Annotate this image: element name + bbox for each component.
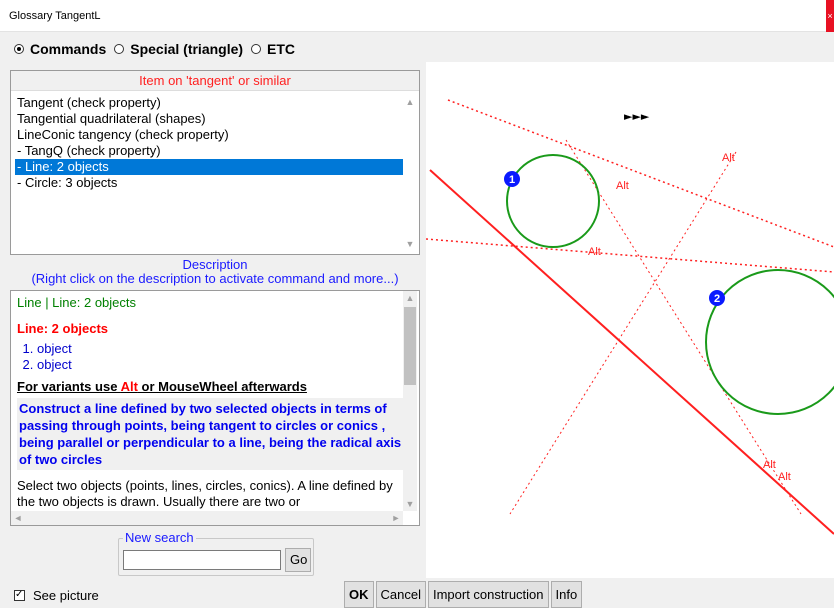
window-title: Glossary TangentL xyxy=(9,10,101,22)
mode-commands-label: Commands xyxy=(30,41,107,57)
items-panel: Item on 'tangent' or similar Tangent (ch… xyxy=(10,70,420,255)
dotted-tangent-line xyxy=(509,151,737,515)
parameter-list: object object xyxy=(17,341,405,373)
mode-etc-label: ETC xyxy=(267,41,296,57)
variants-alt: Alt xyxy=(120,379,138,394)
main-tangent-line xyxy=(429,169,834,535)
description-breadcrumb: Line | Line: 2 objects xyxy=(17,295,137,310)
example-picture: 1 2 ►►► Alt Alt Alt Alt Alt xyxy=(426,62,834,578)
dialog-buttons: OK Cancel Import construction Info xyxy=(344,581,584,608)
alt-label: Alt xyxy=(763,459,776,471)
scroll-thumb[interactable] xyxy=(404,307,416,385)
see-picture-label: See picture xyxy=(33,588,99,603)
dotted-tangent-line xyxy=(565,139,802,515)
see-picture-checkbox[interactable] xyxy=(14,588,25,602)
variants-prefix: For variants use xyxy=(17,379,121,394)
new-search-legend: New search xyxy=(123,530,196,546)
alt-label: Alt xyxy=(722,152,735,164)
marker-1-label: 1 xyxy=(509,174,515,186)
radio-special[interactable] xyxy=(114,44,125,54)
description-detail: Select two objects (points, lines, circl… xyxy=(17,478,393,509)
scroll-up-icon[interactable]: ▲ xyxy=(403,97,417,107)
mode-commands[interactable]: Commands xyxy=(14,41,106,57)
mode-special-label: Special (triangle) xyxy=(130,41,244,57)
cancel-button[interactable]: Cancel xyxy=(375,581,426,608)
description-title: Description xyxy=(182,257,248,272)
info-button[interactable]: Info xyxy=(550,581,583,608)
import-construction-button[interactable]: Import construction xyxy=(427,581,549,608)
scroll-up-icon[interactable]: ▲ xyxy=(403,293,417,303)
variants-hint: For variants use Alt or MouseWheel after… xyxy=(17,379,405,394)
mode-etc[interactable]: ETC xyxy=(251,41,295,57)
go-button[interactable]: Go xyxy=(285,548,311,572)
marker-2-label: 2 xyxy=(714,293,720,305)
dotted-tangent-line xyxy=(426,238,834,273)
description-header: Description (Right click on the descript… xyxy=(10,258,420,286)
radio-etc[interactable] xyxy=(251,44,262,54)
list-item[interactable]: Tangential quadrilateral (shapes) xyxy=(15,111,403,127)
description-hscrollbar[interactable]: ◄ ► xyxy=(11,511,403,525)
see-picture-toggle[interactable]: See picture xyxy=(14,588,99,603)
scroll-down-icon[interactable]: ▼ xyxy=(403,239,417,249)
list-item[interactable]: - Circle: 3 objects xyxy=(15,175,403,191)
description-summary: Construct a line defined by two selected… xyxy=(17,398,405,470)
alt-label: Alt xyxy=(588,246,601,258)
radio-commands[interactable] xyxy=(14,44,24,54)
parameter-item: object xyxy=(37,341,405,357)
description-command-title: Line: 2 objects xyxy=(17,321,109,336)
play-arrows-icon: ►►► xyxy=(624,110,650,123)
items-scrollbar[interactable]: ▲ ▼ xyxy=(403,95,417,251)
circle-2 xyxy=(705,269,834,415)
scroll-down-icon[interactable]: ▼ xyxy=(403,499,417,509)
scroll-right-icon[interactable]: ► xyxy=(389,513,403,523)
new-search-group: New search Go xyxy=(118,530,314,576)
description-scrollbar[interactable]: ▲ ▼ xyxy=(403,291,417,511)
scroll-left-icon[interactable]: ◄ xyxy=(11,513,25,523)
parameter-item: object xyxy=(37,357,405,373)
search-input[interactable] xyxy=(123,550,281,570)
ok-button[interactable]: OK xyxy=(344,581,374,608)
close-icon[interactable]: × xyxy=(826,0,834,32)
description-hint: (Right click on the description to activ… xyxy=(31,271,399,286)
list-item[interactable]: Tangent (check property) xyxy=(15,95,403,111)
alt-label: Alt xyxy=(778,471,791,483)
mode-selector: Commands Special (triangle) ETC xyxy=(14,40,303,58)
circle-1 xyxy=(506,154,600,248)
description-panel[interactable]: Line | Line: 2 objects Line: 2 objects o… xyxy=(10,290,420,526)
items-list[interactable]: Tangent (check property) Tangential quad… xyxy=(15,95,403,251)
list-item[interactable]: - TangQ (check property) xyxy=(15,143,403,159)
alt-label: Alt xyxy=(616,180,629,192)
list-item-selected[interactable]: - Line: 2 objects xyxy=(15,159,403,175)
items-header: Item on 'tangent' or similar xyxy=(11,71,419,91)
list-item[interactable]: LineConic tangency (check property) xyxy=(15,127,403,143)
mode-special[interactable]: Special (triangle) xyxy=(114,41,243,57)
picture-svg: 1 2 ►►► Alt Alt Alt Alt Alt xyxy=(426,99,834,535)
title-bar: Glossary TangentL × xyxy=(0,0,834,32)
variants-suffix: or MouseWheel afterwards xyxy=(137,379,307,394)
